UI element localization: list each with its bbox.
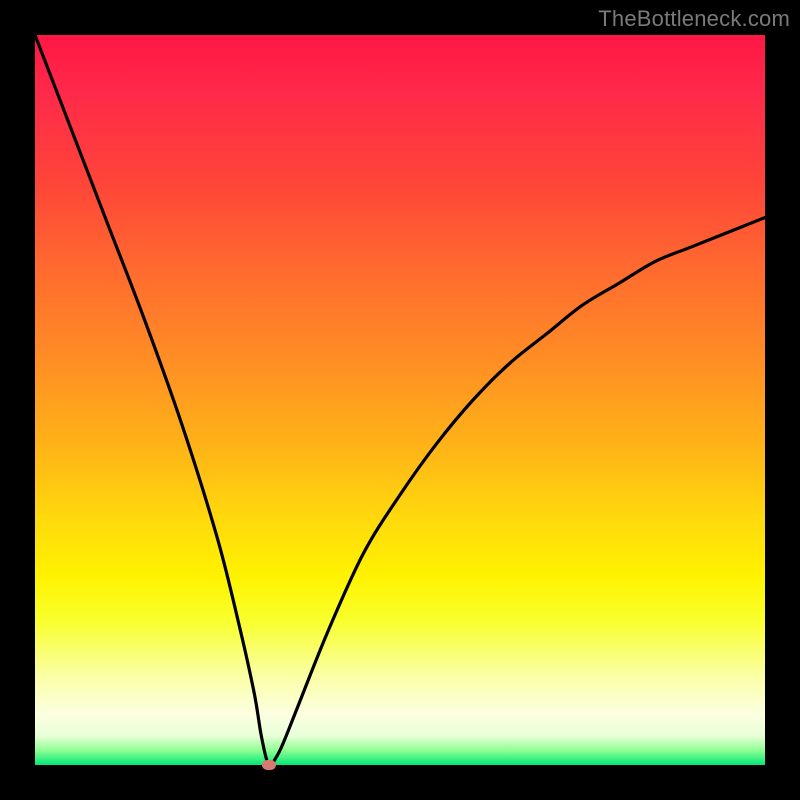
- watermark-text: TheBottleneck.com: [598, 6, 790, 32]
- curve-path: [35, 35, 765, 765]
- chart-frame: TheBottleneck.com: [0, 0, 800, 800]
- chart-plot-area: [35, 35, 765, 765]
- bottleneck-curve: [35, 35, 765, 765]
- curve-minimum-marker: [262, 760, 276, 770]
